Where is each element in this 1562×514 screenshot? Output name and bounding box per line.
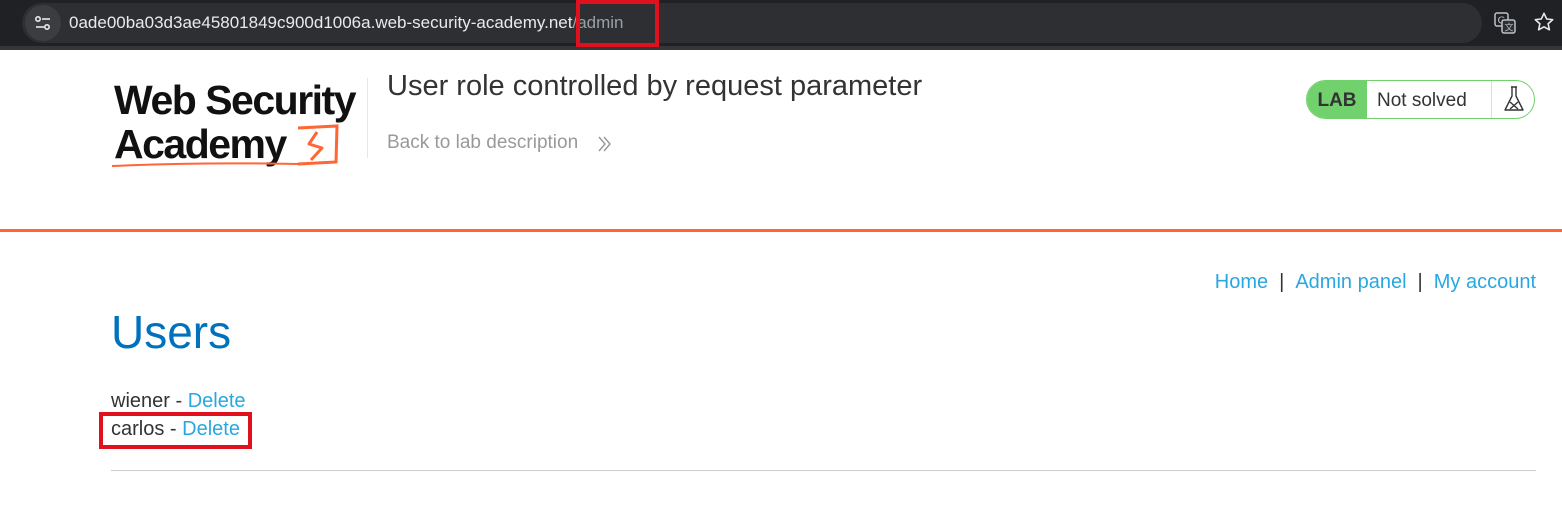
bookmark-star-icon[interactable] — [1533, 11, 1555, 38]
svg-text:文: 文 — [1505, 22, 1514, 34]
url-host: 0ade00ba03d3ae45801849c900d1006a.web-sec… — [69, 13, 573, 32]
lab-status-text: Not solved — [1377, 90, 1467, 111]
chevron-right-double-icon[interactable] — [597, 135, 613, 158]
translate-icon[interactable]: G 文 — [1494, 12, 1516, 39]
user-list-item: wiener - Delete — [111, 390, 246, 413]
content-divider — [111, 470, 1536, 471]
header-separator — [0, 229, 1562, 232]
user-name: wiener — [111, 390, 170, 412]
user-separator: - — [169, 390, 188, 412]
nav-admin-panel-link[interactable]: Admin panel — [1295, 271, 1406, 293]
back-to-lab-description-link[interactable]: Back to lab description — [387, 132, 578, 154]
annotation-highlight-url-path — [576, 0, 659, 47]
url-text[interactable]: 0ade00ba03d3ae45801849c900d1006a.web-sec… — [69, 12, 624, 34]
header-divider — [367, 78, 368, 158]
nav-separator: | — [1417, 271, 1423, 293]
top-navigation: Home | Admin panel | My account — [1215, 271, 1536, 294]
page-title: Users — [111, 306, 232, 358]
nav-home-link[interactable]: Home — [1215, 271, 1268, 293]
nav-separator: | — [1279, 271, 1285, 293]
lab-title: User role controlled by request paramete… — [387, 70, 923, 102]
delete-user-link[interactable]: Delete — [188, 390, 246, 412]
browser-toolbar: 0ade00ba03d3ae45801849c900d1006a.web-sec… — [0, 0, 1562, 46]
web-security-academy-logo[interactable]: Web Security Academy — [111, 77, 364, 175]
toolbar-divider — [0, 46, 1562, 50]
lab-status-widget[interactable]: LAB Not solved — [1306, 80, 1535, 119]
annotation-highlight-carlos-row — [99, 412, 252, 449]
lab-badge: LAB — [1307, 81, 1367, 118]
site-settings-icon[interactable] — [25, 5, 61, 41]
logo-text-line1: Web Security — [114, 78, 357, 123]
flask-icon — [1491, 81, 1534, 118]
nav-my-account-link[interactable]: My account — [1434, 271, 1536, 293]
logo-text-line2: Academy — [114, 121, 288, 167]
